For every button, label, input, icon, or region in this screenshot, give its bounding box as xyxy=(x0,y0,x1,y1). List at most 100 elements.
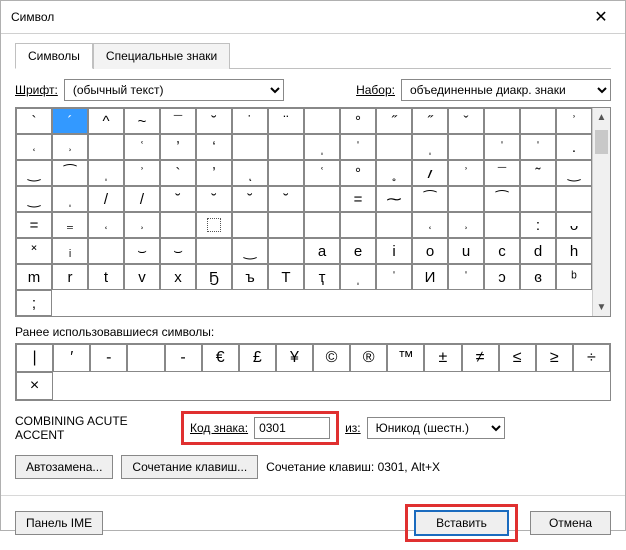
close-button[interactable]: ✕ xyxy=(587,7,615,27)
symbol-cell[interactable]: ˝ xyxy=(412,108,448,134)
recent-cell[interactable]: € xyxy=(202,344,239,372)
symbol-cell[interactable]: ˘ xyxy=(196,186,232,212)
symbol-cell[interactable]: ˈ xyxy=(340,134,376,160)
symbol-cell[interactable]: ˈ xyxy=(484,134,520,160)
symbol-cell[interactable]: c xyxy=(484,238,520,264)
recent-cell[interactable]: ≥ xyxy=(536,344,573,372)
recent-cell[interactable]: ≤ xyxy=(499,344,536,372)
symbol-cell[interactable]: ¯ xyxy=(160,108,196,134)
symbol-cell[interactable]: ˒ xyxy=(124,212,160,238)
symbol-cell[interactable]: h xyxy=(556,238,592,264)
symbol-cell[interactable]: ‿ xyxy=(16,160,52,186)
symbol-cell[interactable]: ؍ xyxy=(412,160,448,186)
recent-cell[interactable]: © xyxy=(313,344,350,372)
symbol-cell[interactable] xyxy=(232,212,268,238)
symbol-cell[interactable]: e xyxy=(340,238,376,264)
grid-scrollbar[interactable]: ▲ ▼ xyxy=(592,108,610,316)
symbol-cell[interactable]: ᵇ xyxy=(556,264,592,290)
symbol-cell[interactable]: ˝ xyxy=(376,108,412,134)
symbol-cell[interactable]: ` xyxy=(160,160,196,186)
symbol-cell[interactable] xyxy=(484,212,520,238)
symbol-cell[interactable]: / xyxy=(124,186,160,212)
symbol-cell[interactable]: ʿ xyxy=(124,134,160,160)
symbol-cell[interactable]: ⁀ xyxy=(412,186,448,212)
recent-cell[interactable]: ≠ xyxy=(462,344,499,372)
symbol-cell[interactable]: ˘ xyxy=(160,186,196,212)
recent-cell[interactable]: ¥ xyxy=(276,344,313,372)
symbol-cell[interactable]: Т xyxy=(268,264,304,290)
recent-cell[interactable]: ′ xyxy=(53,344,90,372)
symbol-cell[interactable]: ⁀ xyxy=(52,160,88,186)
from-select[interactable]: Юникод (шестн.) xyxy=(367,417,505,439)
symbol-cell[interactable]: ˳ xyxy=(376,160,412,186)
symbol-cell[interactable] xyxy=(376,212,412,238)
tab-special[interactable]: Специальные знаки xyxy=(93,43,230,69)
symbol-cell[interactable]: ¨ xyxy=(268,108,304,134)
symbol-cell[interactable]: ᴐ xyxy=(484,264,520,290)
symbol-cell[interactable]: ⁓ xyxy=(376,186,412,212)
symbol-cell[interactable]: r xyxy=(52,264,88,290)
symbol-cell[interactable] xyxy=(556,186,592,212)
symbol-cell[interactable]: Ҕ xyxy=(196,264,232,290)
symbol-cell[interactable] xyxy=(196,238,232,264)
font-select[interactable]: (обычный текст) xyxy=(64,79,284,101)
symbol-cell[interactable]: v xyxy=(124,264,160,290)
symbol-cell[interactable]: ʾ xyxy=(124,160,160,186)
symbol-cell[interactable] xyxy=(268,160,304,186)
symbol-cell[interactable]: ʾ xyxy=(556,108,592,134)
symbol-cell[interactable]: ` xyxy=(16,108,52,134)
recent-cell[interactable]: ± xyxy=(424,344,461,372)
symbol-cell[interactable]: ‿ xyxy=(232,238,268,264)
symbol-cell[interactable]: ˟ xyxy=(16,238,52,264)
symbol-cell[interactable]: ₌ xyxy=(52,212,88,238)
symbol-cell[interactable]: ˒ xyxy=(448,212,484,238)
symbol-cell[interactable] xyxy=(520,186,556,212)
symbol-cell[interactable]: = xyxy=(16,212,52,238)
symbol-cell[interactable]: ˌ xyxy=(88,160,124,186)
symbol-cell[interactable]: ⌣ xyxy=(160,238,196,264)
symbol-cell[interactable] xyxy=(88,134,124,160)
symbol-cell[interactable] xyxy=(268,134,304,160)
symbol-cell[interactable]: i xyxy=(376,238,412,264)
scroll-thumb[interactable] xyxy=(595,130,608,154)
symbol-cell[interactable]: ʼ xyxy=(196,160,232,186)
symbol-cell[interactable]: / xyxy=(88,186,124,212)
symbol-cell[interactable]: ᴗ xyxy=(556,212,592,238)
symbol-cell[interactable]: ^ xyxy=(88,108,124,134)
symbol-cell[interactable] xyxy=(520,108,556,134)
symbol-cell[interactable]: ˈ xyxy=(520,134,556,160)
symbol-cell[interactable]: ˓ xyxy=(412,212,448,238)
symbol-cell[interactable]: ҭ xyxy=(304,264,340,290)
symbol-cell[interactable] xyxy=(376,134,412,160)
recent-cell[interactable]: ® xyxy=(350,344,387,372)
symbol-cell[interactable] xyxy=(268,238,304,264)
symbol-cell[interactable]: a xyxy=(304,238,340,264)
symbol-cell[interactable]: ˌ xyxy=(52,186,88,212)
recent-cell[interactable]: | xyxy=(16,344,53,372)
symbol-cell[interactable] xyxy=(448,134,484,160)
symbol-cell[interactable]: ˘ xyxy=(232,186,268,212)
symbol-cell[interactable]: ʿ xyxy=(304,160,340,186)
symbol-cell[interactable]: ъ xyxy=(232,264,268,290)
symbol-cell[interactable]: = xyxy=(340,186,376,212)
symbol-cell[interactable]: ° xyxy=(340,108,376,134)
symbol-cell[interactable]: t xyxy=(88,264,124,290)
symbol-cell[interactable] xyxy=(448,186,484,212)
symbol-cell[interactable]: ʻ xyxy=(196,134,232,160)
symbol-cell[interactable] xyxy=(88,238,124,264)
symbol-cell[interactable]: И xyxy=(412,264,448,290)
symbol-cell[interactable]: ˌ xyxy=(304,134,340,160)
symbol-cell[interactable]: x xyxy=(160,264,196,290)
symbol-cell[interactable] xyxy=(304,212,340,238)
symbol-cell[interactable]: ⌣ xyxy=(124,238,160,264)
symbol-cell[interactable]: ; xyxy=(16,290,52,316)
symbol-cell[interactable]: ‿ xyxy=(16,186,52,212)
recent-cell[interactable]: ™ xyxy=(387,344,424,372)
symbol-cell[interactable]: ˌ xyxy=(412,134,448,160)
symbol-cell[interactable]: ʾ xyxy=(448,160,484,186)
recent-cell[interactable]: ÷ xyxy=(573,344,610,372)
symbol-cell[interactable] xyxy=(268,212,304,238)
tab-symbols[interactable]: Символы xyxy=(15,43,93,69)
symbol-cell[interactable]: ⁀ xyxy=(484,186,520,212)
symbol-cell[interactable]: ˓ xyxy=(88,212,124,238)
